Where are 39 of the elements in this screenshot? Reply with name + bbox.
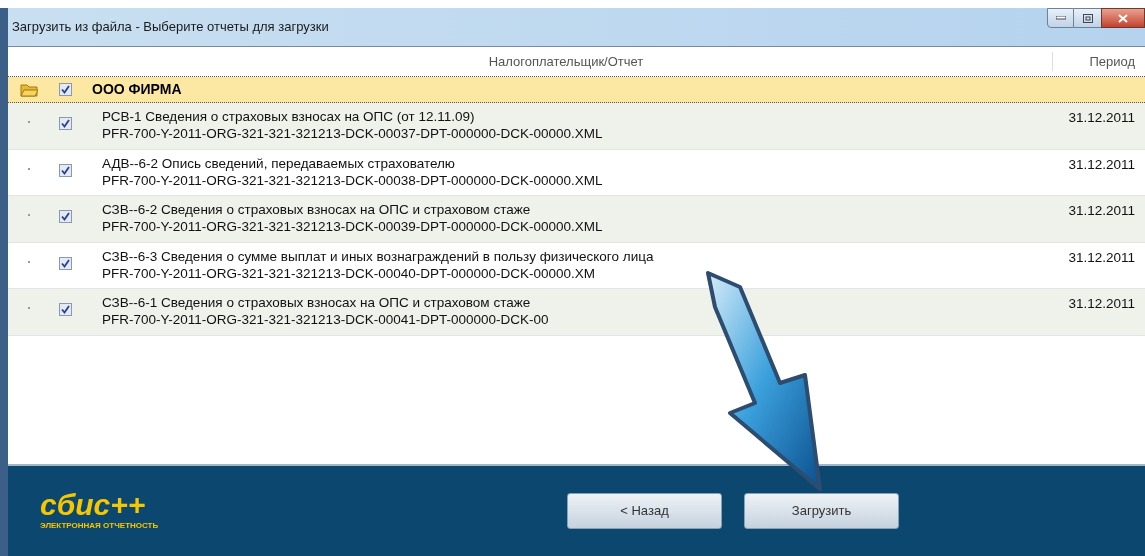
period-cell-text: 31.12.2011 [1067,109,1136,127]
checkbox[interactable] [58,163,72,177]
open-folder-icon[interactable] [20,82,38,97]
report-title: СЗВ--6-3 Сведения о сумме выплат и иных вознаграждений в пользу физического лица [102,247,655,265]
group-name: ООО ФИРМА [92,80,182,99]
table-row[interactable]: РСВ-1 Сведения о страховых взносах на ОПС (от 12.11.09) PFR-700-Y-2011-ORG-321-321-321213-DCK-00037-DPT-000000-DCK-00000.XML 31.12.2011 [8,103,1145,150]
column-header[interactable]: Период [1052,51,1145,72]
report-title: АДВ--6-2 Опись сведений, передаваемых страхователю [102,154,456,172]
period-cell-text: 31.12.2011 [1067,248,1136,267]
close-button[interactable] [1101,8,1145,28]
maximize-button[interactable] [1074,8,1101,28]
file-name: PFR-700-Y-2011-ORG-321-321-321213-DCK-00040-DPT-000000-DCK-00000.XM [102,264,596,282]
checkbox[interactable] [58,83,72,96]
report-title: СЗВ--6-2 Сведения о страховых взносах на ОПС и страховом стаже [102,201,532,218]
window-title: Загрузить из файла - Выберите отчеты для загрузки [12,18,329,37]
checkbox[interactable] [58,210,72,223]
report-title: СЗВ--6-1 Сведения о страховых взносах на ОПС и страховом стаже [102,294,532,311]
close-icon [1118,13,1128,23]
table-row[interactable]: СЗВ--6-2 Сведения о страховых взносах на ОПС и страховом стаже PFR-700-Y-2011-ORG-321-321-321213-DCK-00039-DPT-000000-DCK-00000.XML 31.12.2011 [8,196,1145,243]
period-cell-text: 31.12.2011 [1067,202,1136,220]
checkbox[interactable] [58,256,72,270]
logo-subtitle: ЭЛЕКТРОННАЯ ОТЧЕТНОСТЬ [40,520,160,532]
file-name: PFR-700-Y-2011-ORG-321-321-321213-DCK-00039-DPT-000000-DCK-00000.XML [102,218,604,235]
minimize-button[interactable] [1047,8,1074,28]
table-row[interactable]: СЗВ--6-1 Сведения о страховых взносах на ОПС и страховом стаже PFR-700-Y-2011-ORG-321-321-321213-DCK-00041-DPT-000000-DCK-00 31.12.2011 [8,289,1145,336]
checkbox[interactable] [58,303,72,316]
maximize-icon [1082,13,1093,23]
file-name: PFR-700-Y-2011-ORG-321-321-321213-DCK-00038-DPT-000000-DCK-00000.XML [102,171,604,189]
column-header[interactable]: Налогоплательщик/Отчет [80,51,1052,72]
period-cell-text: 31.12.2011 [1067,295,1136,313]
logo: сбис++ [40,490,147,520]
back-button[interactable]: < Назад [567,493,722,529]
period-cell-text: 31.12.2011 [1067,155,1136,174]
file-name: PFR-700-Y-2011-ORG-321-321-321213-DCK-00037-DPT-000000-DCK-00000.XML [102,125,604,142]
checkbox[interactable] [58,117,72,130]
file-name: PFR-700-Y-2011-ORG-321-321-321213-DCK-00041-DPT-000000-DCK-00 [102,311,550,328]
load-button[interactable]: Загрузить [744,493,899,529]
minimize-icon [1055,16,1066,20]
report-title: РСВ-1 Сведения о страховых взносах на ОПС (от 12.11.09) [102,108,476,125]
